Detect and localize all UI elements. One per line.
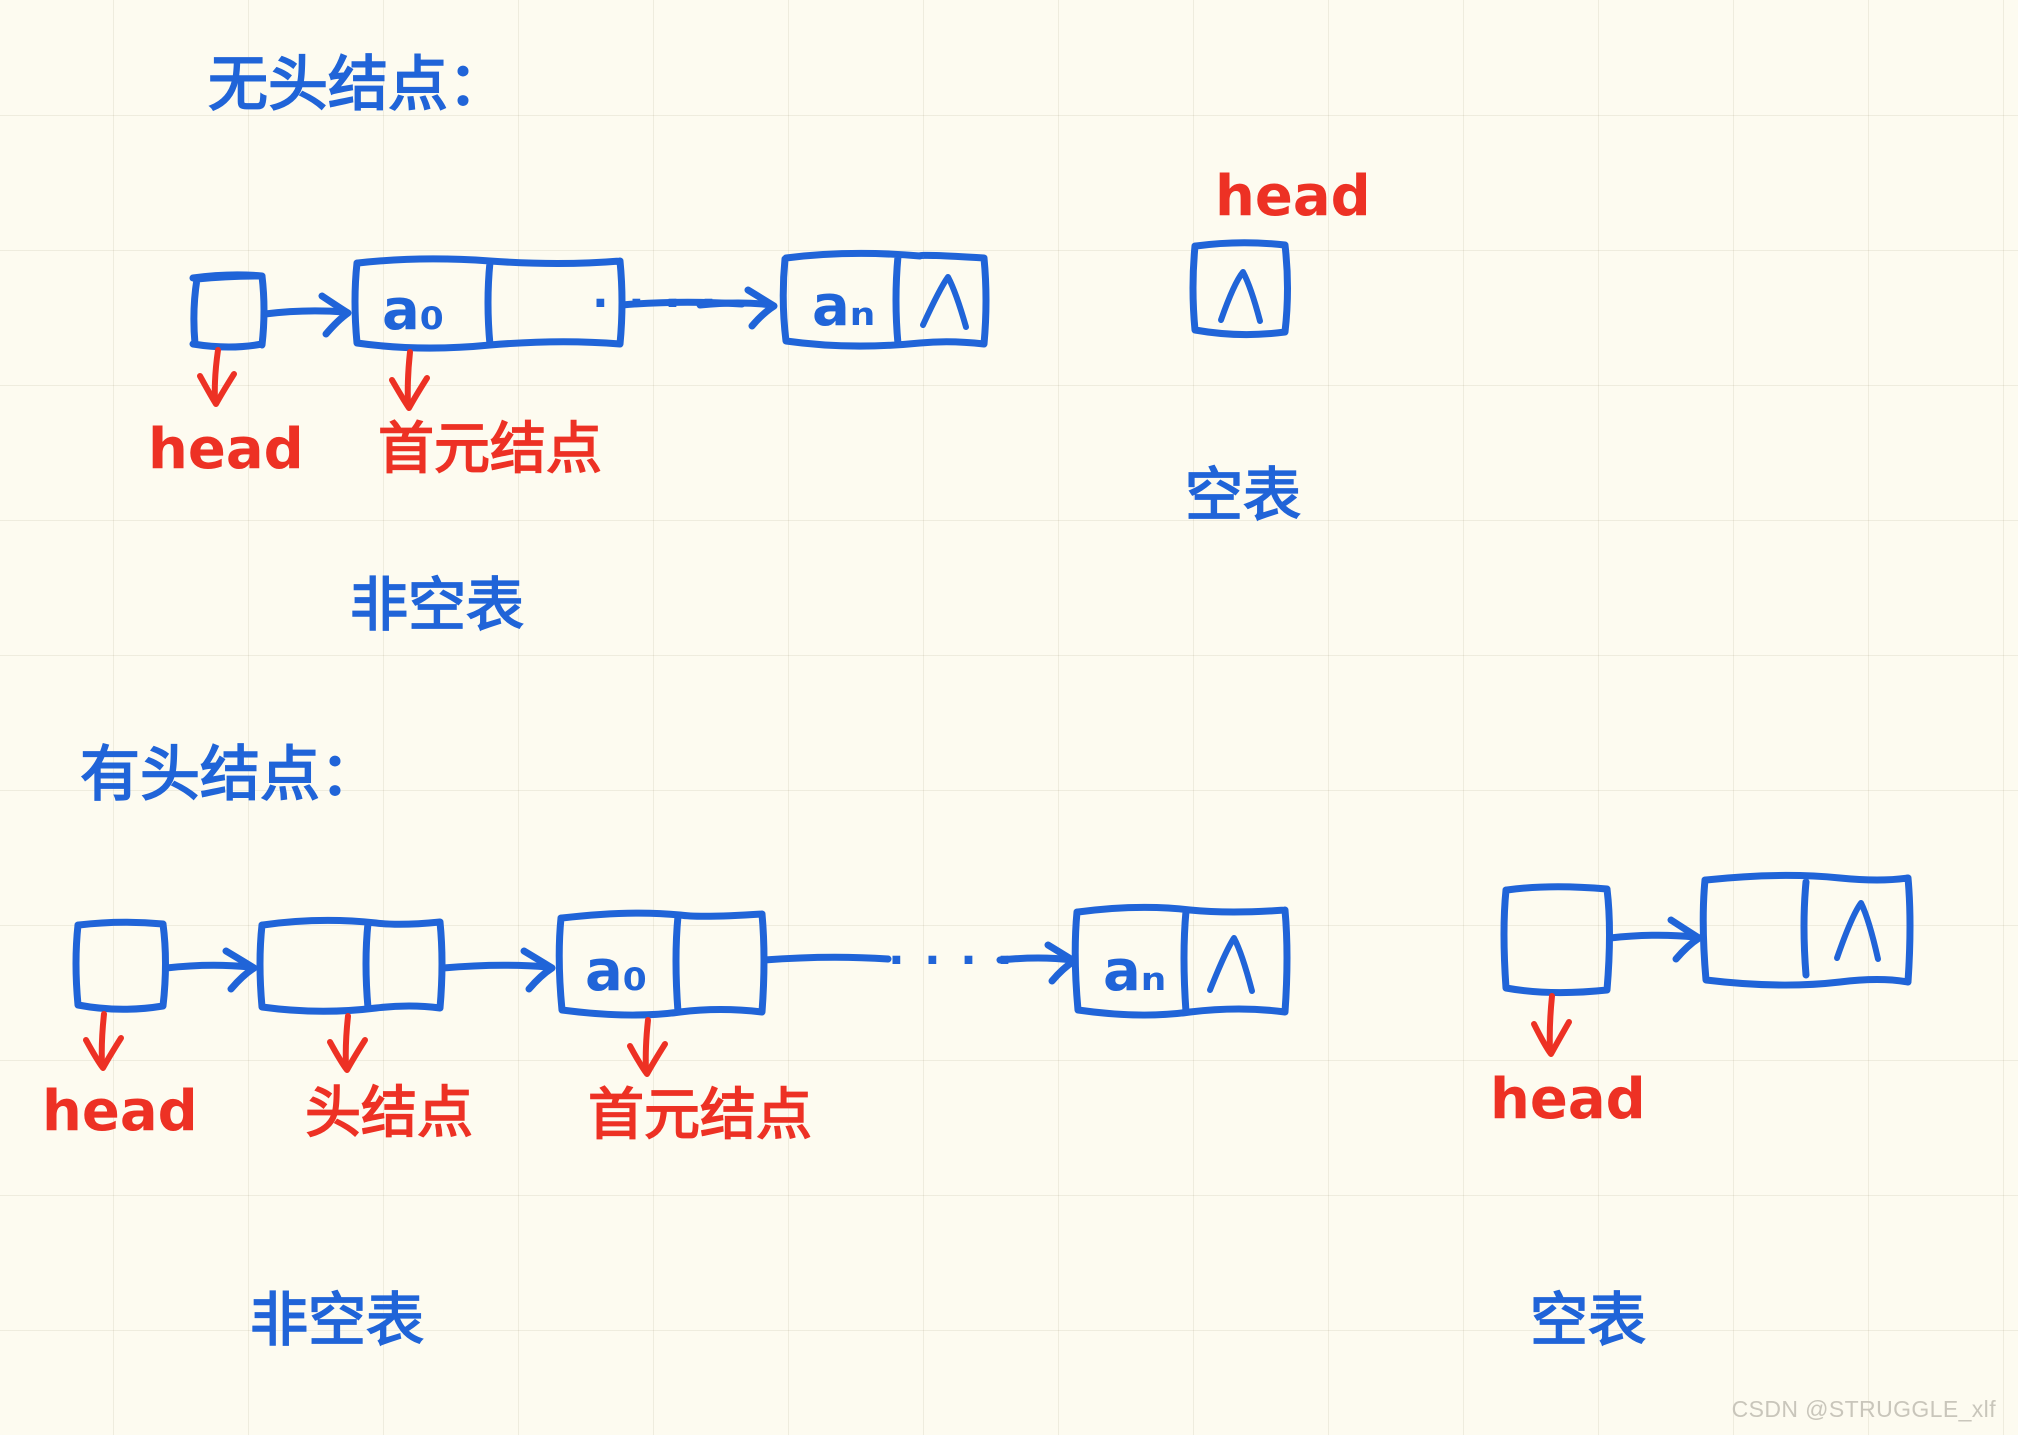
node-a0-1: a₀ — [351, 255, 626, 352]
node-head-2 — [256, 916, 446, 1015]
arrow-head-to-a0-1 — [261, 292, 352, 338]
arrow-head-to-headnode-2 — [162, 947, 258, 993]
annotation-head-2: head — [42, 1011, 198, 1144]
node-an-2: aₙ — [1071, 903, 1291, 1019]
null-symbol-an-1 — [920, 274, 969, 330]
label-first-element-node-2: 首元结点 — [588, 1083, 812, 1148]
label-head-2: head — [42, 1079, 198, 1144]
label-first-element-node-1: 首元结点 — [378, 417, 602, 482]
label-head-empty-1: head — [1215, 164, 1371, 229]
label-head-empty-2: head — [1490, 1067, 1646, 1132]
arrow-headnode-to-a0-2 — [439, 947, 556, 993]
handwritten-diagram-canvas: 无头结点： a₀ · · · · aₙ head 首元结点 非空表 head 空… — [42, 50, 1914, 1354]
null-symbol-empty-1 — [1218, 269, 1263, 324]
diagram-page: 无头结点： a₀ · · · · aₙ head 首元结点 非空表 head 空… — [0, 0, 2018, 1435]
label-head-1: head — [148, 417, 304, 482]
caption-non-empty-list-1: 非空表 — [350, 571, 524, 639]
section-title-with-head: 有头结点： — [80, 740, 380, 810]
annotation-head-1: head — [148, 347, 304, 482]
label-head-node-2: 头结点 — [305, 1081, 473, 1146]
node-data-an-2: aₙ — [1103, 939, 1166, 1004]
annotation-head-node-2: 头结点 — [305, 1013, 473, 1146]
node-a0-2: a₀ — [555, 909, 768, 1019]
empty-list-1: head 空表 — [1185, 164, 1371, 529]
node-an-1: aₙ — [779, 249, 990, 350]
null-symbol-an-2 — [1207, 935, 1255, 994]
caption-empty-list-1: 空表 — [1185, 461, 1301, 529]
annotation-first-node-1: 首元结点 — [378, 349, 602, 482]
node-data-a0-2: a₀ — [585, 939, 647, 1004]
annotation-first-node-2: 首元结点 — [588, 1017, 812, 1148]
pointer-box-head-1 — [189, 271, 268, 351]
caption-empty-list-2: 空表 — [1530, 1286, 1646, 1354]
caption-non-empty-list-2: 非空表 — [250, 1286, 424, 1354]
null-symbol-empty-2 — [1834, 900, 1881, 962]
pointer-box-head-2 — [72, 918, 169, 1013]
link-line-2 — [760, 953, 892, 964]
node-data-a0-1: a₀ — [382, 278, 444, 343]
node-data-an-1: aₙ — [812, 274, 875, 339]
ellipsis-2: · · · · — [888, 935, 1015, 986]
watermark: CSDN @STRUGGLE_xlf — [1731, 1396, 1996, 1422]
section-title-no-head: 无头结点： — [208, 50, 508, 120]
empty-list-2: head 空表 — [1490, 871, 1914, 1354]
